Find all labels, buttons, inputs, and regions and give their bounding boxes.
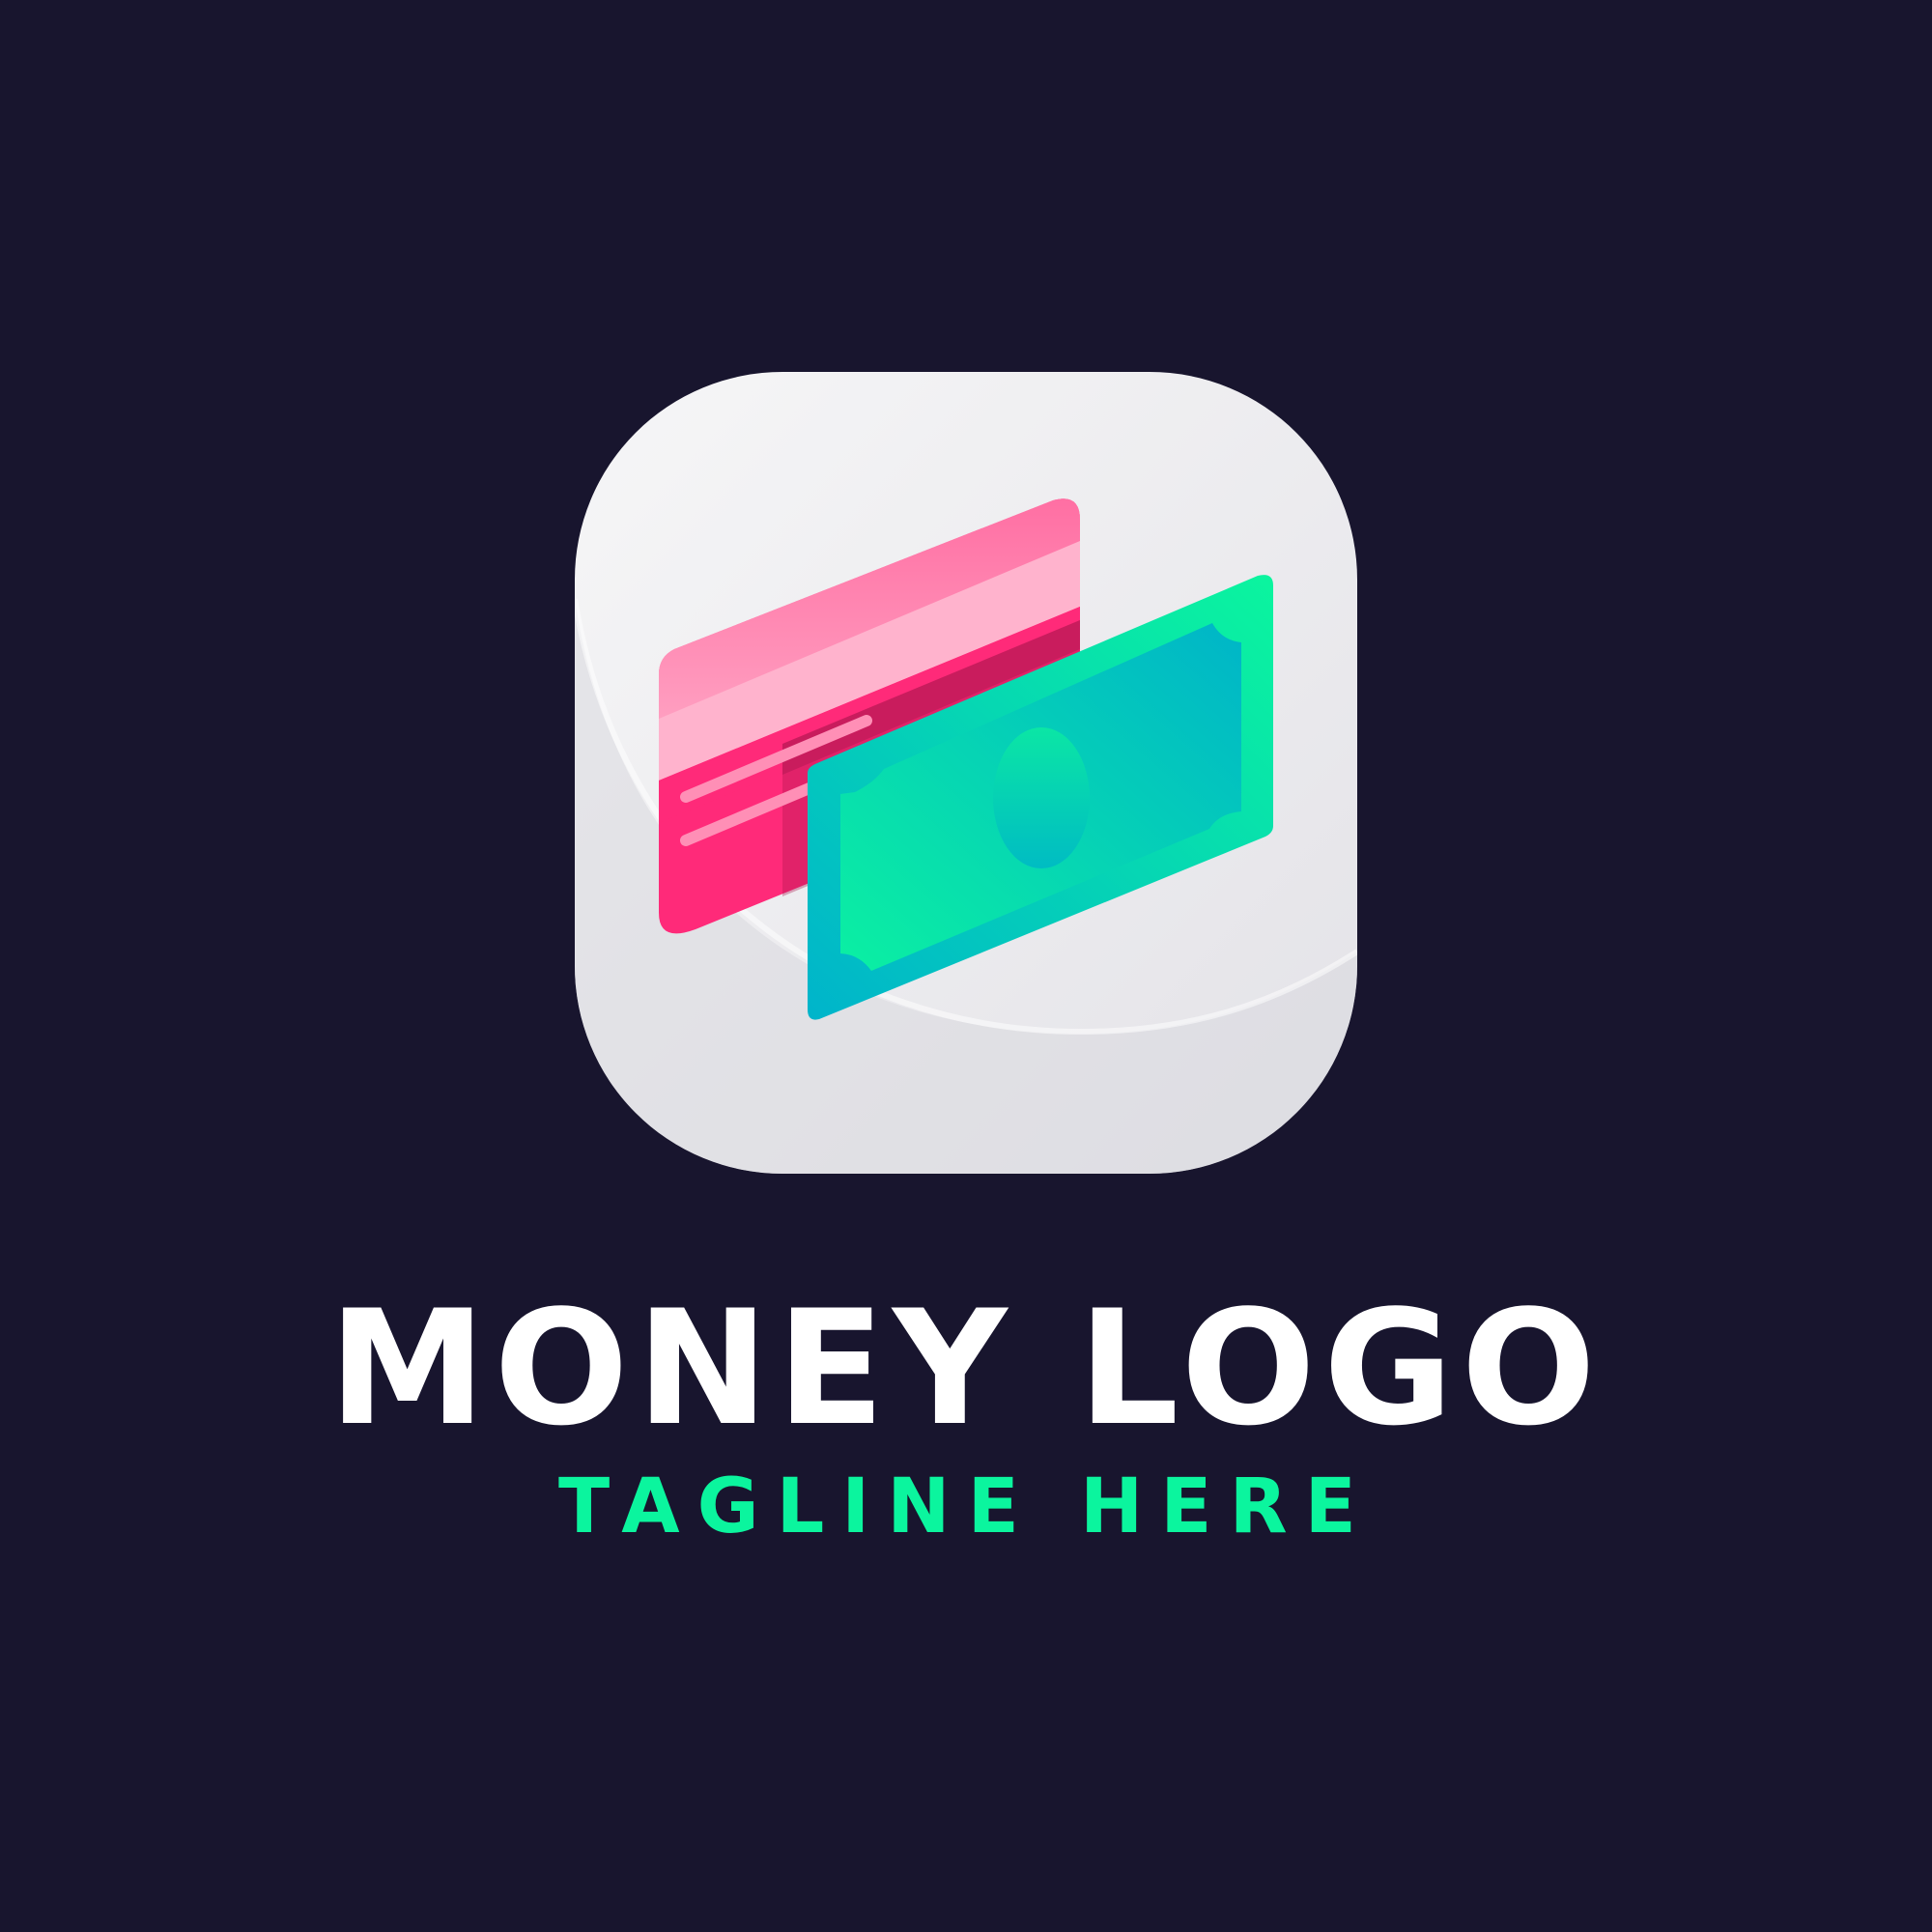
logo-canvas: MONEY LOGO TAGLINE HERE — [0, 0, 1932, 1932]
logo-name: MONEY LOGO — [328, 1276, 1604, 1461]
logo-tagline: TAGLINE HERE — [558, 1463, 1374, 1550]
money-logo-emblem — [575, 372, 1357, 1174]
